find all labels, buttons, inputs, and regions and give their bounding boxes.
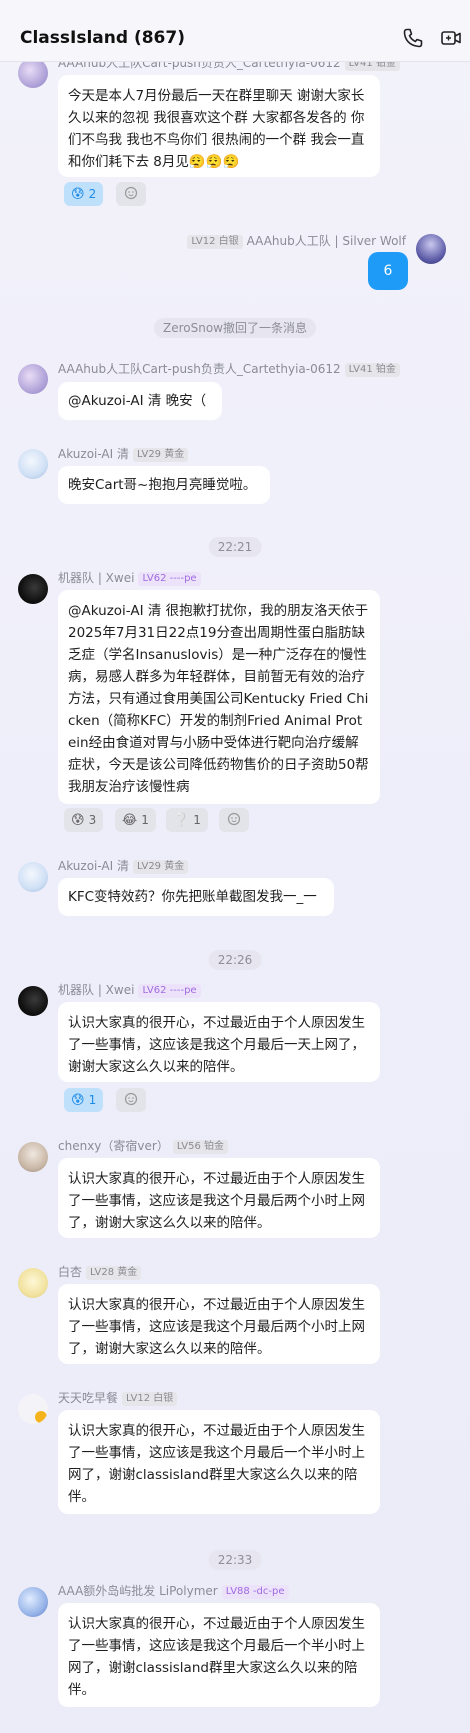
sender-name: 白杏 LV28 黄金 bbox=[58, 1264, 142, 1280]
level-badge: LV62 ----pe bbox=[138, 984, 201, 998]
message-bubble[interactable]: KFC变特效药？你先把账单截图发我一_一 bbox=[58, 878, 334, 916]
avatar[interactable] bbox=[416, 234, 446, 264]
level-badge: LV28 黄金 bbox=[86, 1266, 142, 1280]
avatar[interactable] bbox=[18, 1142, 48, 1172]
level-badge: LV41 铂金 bbox=[344, 363, 400, 377]
reaction-chip[interactable]: 😂 1 bbox=[115, 808, 156, 832]
avatar[interactable] bbox=[18, 986, 48, 1016]
reaction-chip[interactable]: ❔ 1 bbox=[166, 808, 208, 832]
sender-name: LV12 白银 AAAhub人工队 | Silver Wolf bbox=[187, 233, 406, 249]
emoji-icon: 😰 bbox=[71, 1093, 85, 1108]
phone-icon[interactable] bbox=[402, 27, 424, 49]
message-bubble[interactable]: 晚安Cart哥~抱抱月亮睡觉啦。 bbox=[58, 466, 270, 504]
sender-name: Akuzoi-AI 清 LV29 黄金 bbox=[58, 858, 189, 874]
message-bubble[interactable]: 今天是本人7月份最后一天在群里聊天 谢谢大家长久以来的忽视 我很喜欢这个群 大家… bbox=[58, 75, 380, 177]
smiley-plus-icon bbox=[227, 812, 241, 826]
sender-name: chenxy（寄宿ver） LV56 铂金 bbox=[58, 1138, 229, 1154]
add-reaction-button[interactable] bbox=[116, 182, 146, 206]
add-reaction-button[interactable] bbox=[116, 1088, 146, 1112]
sender-name: Akuzoi-AI 清 LV29 黄金 bbox=[58, 446, 189, 462]
sender-name: 机器队 | Xwei LV62 ----pe bbox=[58, 570, 201, 586]
level-badge: LV29 黄金 bbox=[133, 860, 189, 874]
avatar[interactable] bbox=[18, 58, 48, 88]
smiley-plus-icon bbox=[124, 1092, 138, 1106]
timestamp: 22:21 bbox=[208, 537, 262, 557]
emoji-icon: 😂 bbox=[122, 813, 138, 828]
level-badge: LV56 铂金 bbox=[172, 1140, 229, 1154]
message-bubble[interactable]: 6 bbox=[368, 252, 408, 290]
emoji-icon: 😰 bbox=[71, 187, 85, 202]
level-badge: LV12 白银 bbox=[122, 1392, 178, 1406]
emoji-icon: ❔ bbox=[173, 813, 190, 828]
message-bubble[interactable]: 认识大家真的很开心，不过最近由于个人原因发生了一些事情，这应该是我这个月最后一天… bbox=[58, 1002, 380, 1082]
level-badge: LV29 黄金 bbox=[133, 448, 189, 462]
level-badge: LV12 白银 bbox=[187, 235, 243, 249]
message-bubble[interactable]: 认识大家真的很开心，不过最近由于个人原因发生了一些事情，这应该是我这个月最后两个… bbox=[58, 1284, 380, 1364]
avatar[interactable] bbox=[18, 862, 48, 892]
message-bubble[interactable]: @Akuzoi-AI 清 晚安（ bbox=[58, 382, 222, 420]
system-notice: ZeroSnow撤回了一条消息 bbox=[154, 318, 316, 338]
chat-header: ClassIsland (867) bbox=[0, 0, 470, 62]
message-bubble[interactable]: 认识大家真的很开心，不过最近由于个人原因发生了一些事情，这应该是我这个月最后两个… bbox=[58, 1158, 380, 1238]
avatar[interactable] bbox=[18, 364, 48, 394]
level-badge: LV62 ----pe bbox=[138, 572, 201, 586]
emoji-icon: 😰 bbox=[71, 813, 85, 828]
sender-name: 天天吃早餐 LV12 白银 bbox=[58, 1390, 178, 1406]
reaction-chip[interactable]: 😰 3 bbox=[64, 808, 104, 832]
avatar[interactable] bbox=[18, 449, 48, 479]
video-icon[interactable] bbox=[440, 27, 462, 49]
avatar[interactable] bbox=[18, 1587, 48, 1617]
timestamp: 22:33 bbox=[208, 1550, 262, 1570]
sender-name: 机器队 | Xwei LV62 ----pe bbox=[58, 982, 201, 998]
message-bubble[interactable]: 认识大家真的很开心，不过最近由于个人原因发生了一些事情，这应该是我这个月最后一个… bbox=[58, 1410, 380, 1514]
level-badge: LV88 -dc-pe bbox=[221, 1585, 289, 1599]
avatar[interactable] bbox=[18, 574, 48, 604]
verified-icon bbox=[35, 1411, 47, 1423]
reaction-chip[interactable]: 😰 1 bbox=[64, 1088, 104, 1112]
avatar[interactable] bbox=[18, 1268, 48, 1298]
message-feed[interactable]: AAAhub人工队Cart-push负责人_Cartethyia-0612 LV4… bbox=[0, 0, 470, 1733]
add-reaction-button[interactable] bbox=[219, 808, 249, 832]
smiley-plus-icon bbox=[124, 186, 138, 200]
message-bubble[interactable]: @Akuzoi-AI 清 很抱歉打扰你，我的朋友洛天依于2025年7月31日22… bbox=[58, 590, 380, 804]
timestamp: 22:26 bbox=[208, 950, 262, 970]
message-bubble[interactable]: 认识大家真的很开心，不过最近由于个人原因发生了一些事情，这应该是我这个月最后一个… bbox=[58, 1603, 380, 1707]
sender-name: AAA额外岛屿批发 LiPolymer LV88 -dc-pe bbox=[58, 1583, 289, 1599]
reaction-chip[interactable]: 😰 2 bbox=[64, 182, 104, 206]
chat-title: ClassIsland (867) bbox=[20, 28, 185, 48]
avatar[interactable] bbox=[18, 1394, 48, 1424]
sender-name: AAAhub人工队Cart-push负责人_Cartethyia-0612 LV4… bbox=[58, 361, 400, 377]
